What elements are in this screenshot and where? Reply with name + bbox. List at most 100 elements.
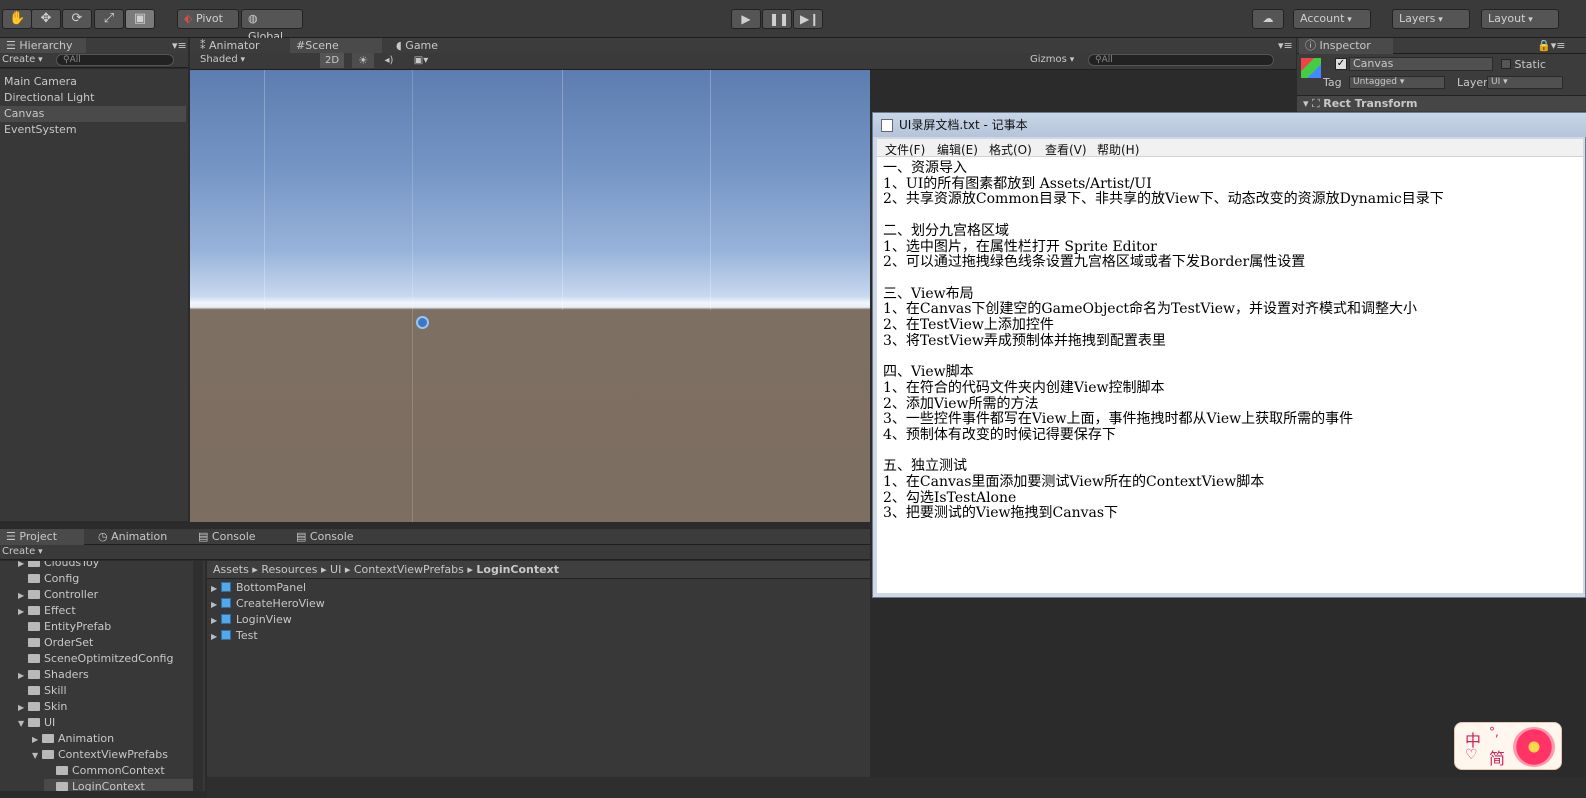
- tag-dropdown[interactable]: Untagged: [1349, 76, 1445, 89]
- folder-item[interactable]: Config: [28, 571, 79, 587]
- hierarchy-create-dropdown[interactable]: Create: [2, 54, 43, 65]
- breadcrumb-item[interactable]: UI: [330, 563, 341, 576]
- gizmos-dropdown[interactable]: Gizmos: [1030, 54, 1074, 65]
- scene-search-input[interactable]: ⚲All: [1088, 54, 1274, 66]
- cloud-button[interactable]: ☁: [1252, 9, 1284, 29]
- ime-punct[interactable]: °,: [1489, 725, 1499, 739]
- text-line: [883, 444, 1577, 460]
- account-dropdown[interactable]: Account: [1293, 9, 1371, 29]
- menu-file[interactable]: 文件(F): [885, 141, 925, 158]
- menu-format[interactable]: 格式(O): [989, 141, 1032, 158]
- folder-item[interactable]: ▶ Animation: [32, 731, 114, 747]
- audio-toggle[interactable]: ◂): [378, 53, 400, 68]
- hierarchy-item-eventsystem[interactable]: EventSystem: [4, 122, 77, 138]
- folder-item[interactable]: Skill: [28, 683, 67, 699]
- play-button[interactable]: ▶: [731, 9, 761, 29]
- breadcrumb-item[interactable]: LoginContext: [476, 563, 559, 576]
- scale-tool-button[interactable]: ⤢: [94, 9, 124, 29]
- pause-icon: ❚❚: [769, 12, 790, 26]
- folder-item[interactable]: ▼ ContextViewPrefabs: [32, 747, 168, 763]
- animator-icon: ⁑: [200, 39, 206, 52]
- prefab-icon: [221, 614, 231, 624]
- ime-mode[interactable]: 简: [1489, 745, 1505, 769]
- lighting-toggle[interactable]: ☀: [352, 53, 374, 68]
- tab-game[interactable]: ◖ Game: [390, 38, 444, 54]
- notepad-titlebar[interactable]: UI录屏文档.txt - 记事本: [873, 113, 1586, 137]
- rect-transform-header[interactable]: ▾ ⛶ Rect Transform: [1297, 95, 1586, 111]
- asset-label: Test: [236, 629, 258, 642]
- tab-hierarchy[interactable]: ☰ Hierarchy: [0, 38, 86, 54]
- lock-icon[interactable]: 🔒▾≡: [1531, 38, 1571, 54]
- tab-console[interactable]: ▤ Console: [192, 529, 262, 545]
- folder-item-selected[interactable]: LoginContext: [44, 779, 194, 791]
- hierarchy-item-directional-light[interactable]: Directional Light: [4, 90, 94, 106]
- folder-item[interactable]: ▶ Shaders: [18, 667, 89, 683]
- scene-menu-icon[interactable]: ▾≡: [1272, 38, 1299, 54]
- tab-project[interactable]: ☰ Project: [0, 529, 84, 545]
- panel-menu-icon[interactable]: ▾≡: [166, 38, 193, 54]
- active-checkbox[interactable]: ✓: [1335, 58, 1347, 70]
- folder-icon: [28, 670, 40, 679]
- asset-item[interactable]: ▶ CreateHeroView: [211, 596, 325, 612]
- effects-dropdown[interactable]: ▣▾: [406, 53, 436, 68]
- menu-help[interactable]: 帮助(H): [1097, 141, 1139, 158]
- static-label: Static: [1514, 58, 1546, 71]
- layout-dropdown[interactable]: Layout: [1481, 9, 1559, 29]
- folder-item[interactable]: ▼ UI: [18, 715, 55, 731]
- tab-animation[interactable]: ◷ Animation: [92, 529, 173, 545]
- 2d-toggle[interactable]: 2D: [320, 53, 344, 68]
- breadcrumb-item[interactable]: Assets: [213, 563, 249, 576]
- tree-scrollbar[interactable]: [193, 561, 203, 791]
- object-name-field[interactable]: Canvas: [1349, 57, 1493, 71]
- pause-button[interactable]: ❚❚: [762, 9, 792, 29]
- folder-item[interactable]: CommonContext: [56, 763, 165, 779]
- asset-item[interactable]: ▶ Test: [211, 628, 258, 644]
- shading-dropdown[interactable]: Shaded: [200, 54, 312, 65]
- folder-item[interactable]: OrderSet: [28, 635, 93, 651]
- tab-animator[interactable]: ⁑ Animator: [194, 38, 266, 54]
- layers-dropdown[interactable]: Layers: [1392, 9, 1470, 29]
- breadcrumb-item[interactable]: Resources: [261, 563, 317, 576]
- hierarchy-item-main-camera[interactable]: Main Camera: [4, 74, 77, 90]
- folder-item[interactable]: EntityPrefab: [28, 619, 111, 635]
- rotate-tool-button[interactable]: ⟳: [62, 9, 92, 29]
- breadcrumb: Assets ▸ Resources ▸ UI ▸ ContextViewPre…: [207, 561, 870, 579]
- tab-console-2[interactable]: ▤ Console: [290, 529, 360, 545]
- static-checkbox[interactable]: [1501, 59, 1511, 69]
- folder-icon: [56, 766, 68, 775]
- global-toggle[interactable]: ◍ Global: [241, 9, 303, 43]
- tab-inspector[interactable]: ⓘ Inspector: [1299, 38, 1393, 54]
- folder-label: Shaders: [44, 668, 89, 681]
- menu-view[interactable]: 查看(V): [1045, 141, 1087, 158]
- text-line: 2、可以通过拖拽绿色线条设置九宫格区域或者下发Border属性设置: [883, 254, 1306, 271]
- folder-item[interactable]: ▶ Effect: [18, 603, 76, 619]
- asset-item[interactable]: ▶ LoginView: [211, 612, 292, 628]
- step-button[interactable]: ▶❙: [793, 9, 823, 29]
- layer-dropdown[interactable]: UI: [1487, 76, 1563, 89]
- notepad-title: UI录屏文档.txt - 记事本: [899, 118, 1028, 132]
- hierarchy-item-canvas[interactable]: Canvas: [0, 106, 186, 122]
- breadcrumb-item[interactable]: ContextViewPrefabs: [354, 563, 464, 576]
- menu-edit[interactable]: 编辑(E): [937, 141, 978, 158]
- tab-scene[interactable]: #Scene: [290, 38, 382, 54]
- folder-item[interactable]: ▶ CloudsToy: [18, 561, 99, 571]
- folder-item[interactable]: SceneOptimitzedConfig: [28, 651, 173, 667]
- rect-tool-button[interactable]: ▣: [125, 9, 155, 29]
- folder-item[interactable]: ▶ Skin: [18, 699, 67, 715]
- asset-item[interactable]: ▶ BottomPanel: [211, 580, 306, 596]
- hierarchy-search-input[interactable]: ⚲All: [56, 54, 174, 66]
- pivot-toggle[interactable]: ⬖ Pivot: [177, 9, 239, 29]
- folder-item[interactable]: ▶ Controller: [18, 587, 98, 603]
- canvas-gizmo-icon[interactable]: [416, 316, 429, 329]
- hand-tool-button[interactable]: ✋: [2, 9, 32, 29]
- tag-label: Tag: [1323, 76, 1342, 89]
- notepad-window[interactable]: UI录屏文档.txt - 记事本 文件(F) 编辑(E) 格式(O) 查看(V)…: [872, 112, 1586, 598]
- static-toggle[interactable]: Static: [1501, 58, 1546, 71]
- move-tool-button[interactable]: ✥: [31, 9, 61, 29]
- ime-status-badge[interactable]: 中 °, ♡ 简: [1454, 722, 1562, 770]
- image-icon: ▣▾: [413, 55, 429, 66]
- scene-view[interactable]: [190, 70, 870, 522]
- notepad-text-area[interactable]: 一、资源导入 1、UI的所有图素都放到 Assets/Artist/UI 2、共享资…: [877, 157, 1583, 593]
- hand-icon: ✋: [9, 11, 26, 26]
- project-create-dropdown[interactable]: Create: [2, 546, 43, 557]
